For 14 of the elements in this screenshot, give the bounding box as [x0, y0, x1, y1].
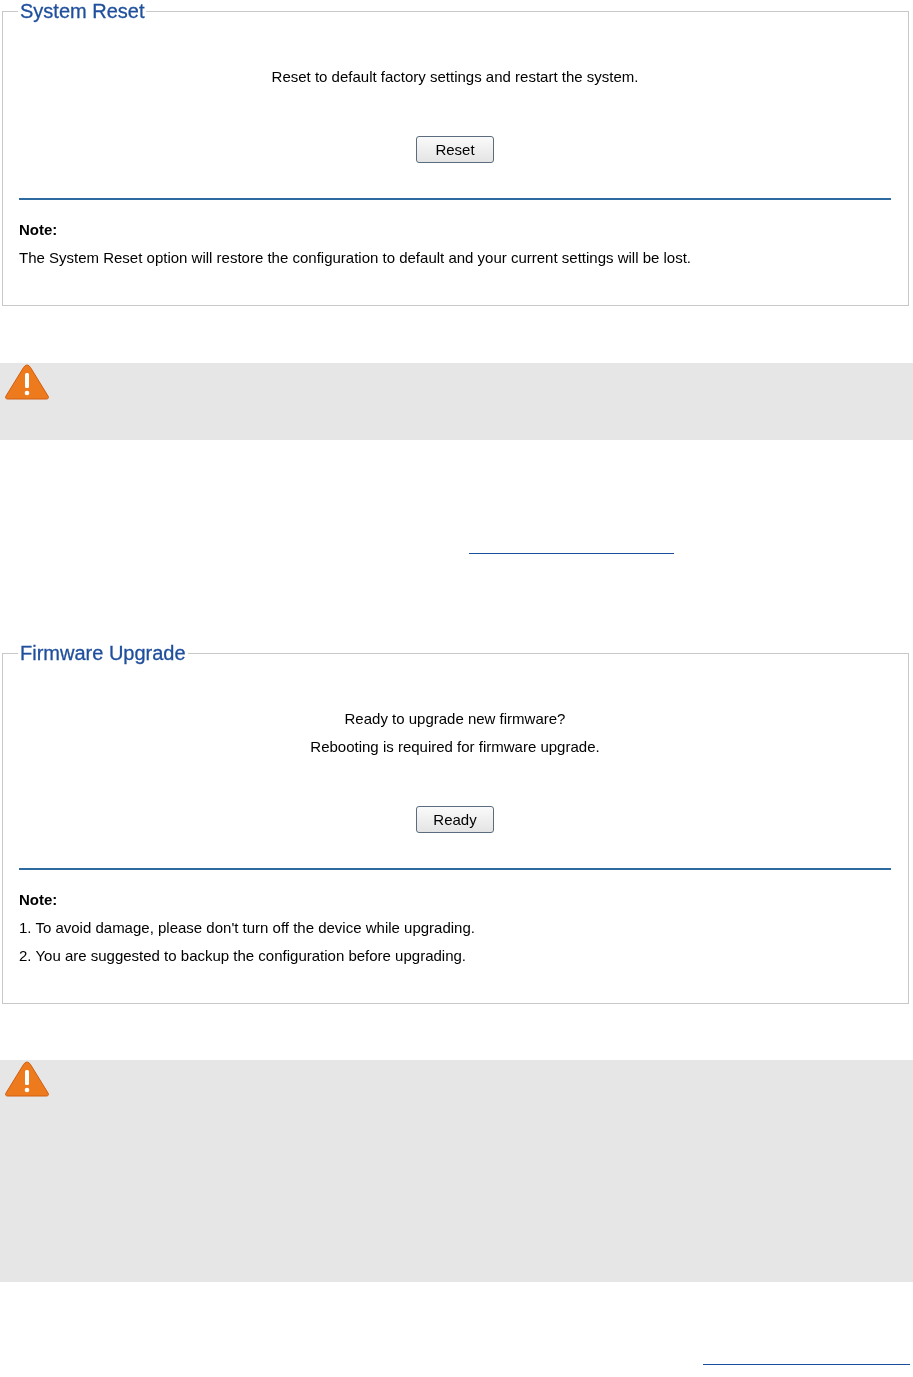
message-text: Reset to default factory settings and restart the system.	[271, 67, 639, 87]
warning-icon	[4, 363, 50, 401]
message-text: Ready to upgrade new firmware?	[344, 709, 566, 729]
note-text: The System Reset option will restore the configuration to default and your current settings will be lost.	[19, 248, 691, 268]
panel-title: Firmware Upgrade	[19, 642, 187, 665]
message-text: Rebooting is required for firmware upgrade.	[310, 737, 600, 757]
action-button[interactable]: Ready	[416, 806, 494, 833]
note-text: 1. To avoid damage, please don't turn off the device while upgrading.	[19, 918, 475, 938]
panel-title: System Reset	[19, 0, 146, 23]
note-label: Note:	[19, 890, 58, 910]
note-label: Note:	[19, 220, 58, 240]
warning-icon	[4, 1060, 50, 1098]
action-button[interactable]: Reset	[416, 136, 494, 163]
note-text: 2. You are suggested to backup the configuration before upgrading.	[19, 946, 466, 966]
